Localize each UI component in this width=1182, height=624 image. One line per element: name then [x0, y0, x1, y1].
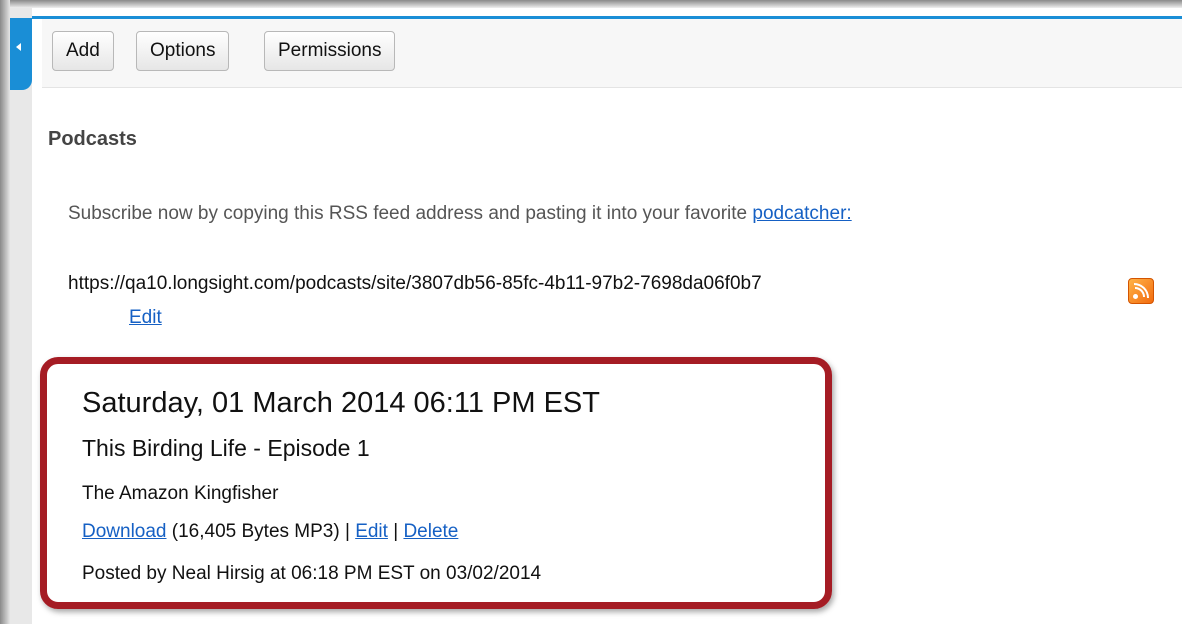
podcatcher-link[interactable]: podcatcher: [752, 203, 851, 224]
collapse-arrow-icon [16, 43, 21, 51]
episode-actions: Download (16,405 Bytes MP3) | Edit | Del… [82, 521, 458, 543]
episode-title: This Birding Life - Episode 1 [82, 435, 370, 461]
permissions-button[interactable]: Permissions [264, 31, 396, 71]
episode-posted-by: Posted by Neal Hirsig at 06:18 PM EST on… [82, 563, 542, 584]
options-button[interactable]: Options [136, 31, 230, 71]
feed-edit-link[interactable]: Edit [129, 307, 162, 328]
episode-delete-link[interactable]: Delete [403, 521, 458, 542]
tool-menu-gutter [10, 8, 33, 624]
feed-edit-link-wrap: Edit [129, 307, 162, 329]
subscribe-instructions: Subscribe now by copying this RSS feed a… [68, 203, 852, 225]
page-title: Podcasts [48, 128, 137, 150]
action-separator: | [387, 521, 404, 542]
file-info: (16,405 Bytes MP3) | [166, 521, 356, 542]
add-button[interactable]: Add [52, 31, 114, 71]
episode-edit-link[interactable]: Edit [355, 521, 388, 542]
episode-description: The Amazon Kingfisher [82, 483, 279, 504]
rss-dot [1133, 294, 1138, 299]
rss-feed-icon[interactable] [1128, 278, 1154, 304]
download-link[interactable]: Download [82, 521, 167, 542]
screenshot-frame-top [0, 0, 1182, 8]
toolbar: Add Options Permissions [42, 19, 1182, 88]
subscribe-text: Subscribe now by copying this RSS feed a… [68, 203, 753, 224]
episode-date: Saturday, 01 March 2014 06:11 PM EST [82, 387, 600, 419]
screenshot-frame-left [0, 0, 10, 624]
collapse-tool-menu-button[interactable] [10, 18, 32, 90]
rss-feed-url: https://qa10.longsight.com/podcasts/site… [68, 273, 762, 294]
